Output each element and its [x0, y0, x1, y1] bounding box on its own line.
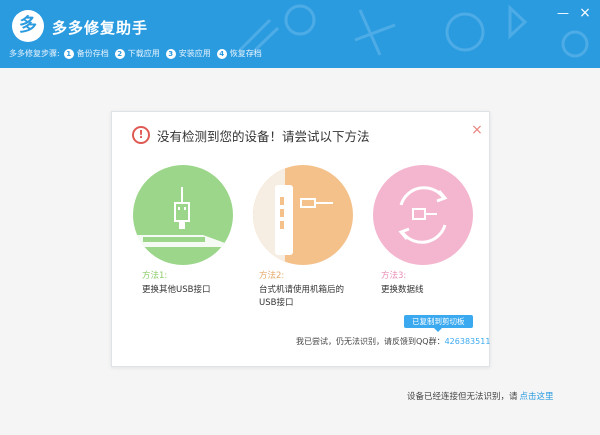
step-install: 3 安装应用 [165, 48, 211, 59]
replace-cable-illustration [373, 165, 473, 265]
feedback-line: 我已尝试，仍无法识别，请反馈到QQ群：426383511 [296, 336, 490, 347]
method-1-text: 更换其他USB接口 [142, 285, 211, 295]
step-restore: 4 恢复存档 [216, 48, 262, 59]
method-1: 方法1: 更换其他USB接口 [142, 270, 210, 297]
qq-group-number[interactable]: 426383511 [445, 337, 491, 346]
method-2-text: 台式机请使用机箱后的 [259, 285, 345, 295]
feedback-text: 我已尝试，仍无法识别，请反馈到QQ群： [296, 337, 445, 346]
method-3-label: 方法3: [381, 271, 407, 281]
method-2-text-line2: USB接口 [259, 298, 294, 308]
method-2-label: 方法2: [259, 271, 285, 281]
steps-lead: 多多修复步骤: [9, 49, 60, 58]
dialog-close-button[interactable]: × [469, 122, 485, 138]
alert-icon: ! [132, 126, 150, 144]
method-3-text: 更换数据线 [381, 285, 424, 295]
app-logo: 多 [12, 10, 44, 42]
desktop-case-illustration [253, 165, 353, 265]
window-close-button[interactable]: × [575, 4, 595, 22]
method-1-label: 方法1: [142, 271, 168, 281]
usb-port-illustration [133, 165, 233, 265]
app-title: 多多修复助手 [52, 19, 149, 37]
footer-text: 设备已经连接但无法识别，请 [407, 392, 518, 402]
dialog-title: 没有检测到您的设备！请尝试以下方法 [157, 129, 370, 144]
method-3: 方法3: 更换数据线 [381, 270, 424, 297]
click-here-link[interactable]: 点击这里 [520, 392, 554, 402]
step-download: 2 下载应用 [114, 48, 160, 59]
minimize-button[interactable]: — [553, 4, 573, 22]
device-not-found-dialog: ! 没有检测到您的设备！请尝试以下方法 × 方法1: 更换其他USB接口 方法2… [111, 111, 490, 367]
step-backup: 1 备份存档 [63, 48, 109, 59]
repair-steps: 多多修复步骤: 1 备份存档 2 下载应用 3 安装应用 4 恢复存档 [9, 48, 268, 59]
footer-help: 设备已经连接但无法识别，请 点击这里 [407, 390, 554, 402]
method-2: 方法2: 台式机请使用机箱后的 USB接口 [259, 270, 344, 310]
copied-to-clipboard-tooltip: 已复制到剪切板 [404, 315, 473, 332]
app-header: 多 多多修复助手 — × 多多修复步骤: 1 备份存档 2 下载应用 3 安装应用 4… [0, 0, 600, 68]
